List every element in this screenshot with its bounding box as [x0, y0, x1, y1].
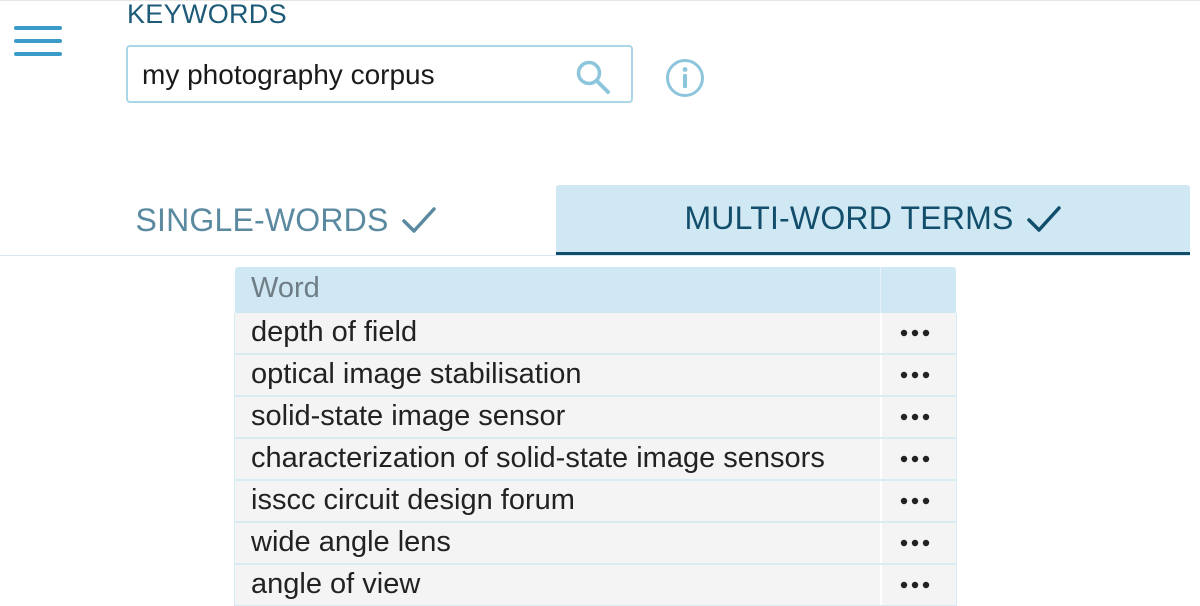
- column-separator: [880, 267, 881, 313]
- table-row[interactable]: characterization of solid-state image se…: [235, 439, 956, 481]
- table-row[interactable]: isscc circuit design forum: [235, 481, 956, 523]
- term-cell: isscc circuit design forum: [251, 484, 575, 516]
- cell-separator: [880, 355, 882, 395]
- table-row[interactable]: solid-state image sensor: [235, 397, 956, 439]
- keyword-page: KEYWORDS SINGLE-WORDS MULTI-WORD TERMS W…: [0, 0, 1200, 606]
- term-cell: depth of field: [251, 316, 418, 348]
- term-cell: angle of view: [251, 568, 421, 600]
- tab-single-words[interactable]: SINGLE-WORDS: [0, 185, 556, 255]
- hamburger-menu-icon[interactable]: [14, 24, 64, 60]
- more-horizontal-icon[interactable]: [895, 489, 935, 513]
- table-row[interactable]: optical image stabilisation: [235, 355, 956, 397]
- term-cell: optical image stabilisation: [251, 358, 582, 390]
- term-cell: wide angle lens: [251, 526, 451, 558]
- more-horizontal-icon[interactable]: [895, 447, 935, 471]
- table-row[interactable]: angle of view: [235, 565, 956, 606]
- cell-separator: [880, 565, 882, 605]
- more-horizontal-icon[interactable]: [895, 531, 935, 555]
- cell-separator: [880, 523, 882, 563]
- tab-multi-word-terms-label: MULTI-WORD TERMS: [684, 200, 1014, 236]
- column-header-word[interactable]: Word: [251, 272, 320, 305]
- cell-separator: [880, 439, 882, 479]
- more-horizontal-icon[interactable]: [895, 573, 935, 597]
- cell-separator: [880, 313, 882, 353]
- more-horizontal-icon[interactable]: [895, 321, 935, 345]
- search-field[interactable]: [126, 45, 633, 103]
- cell-separator: [880, 397, 882, 437]
- more-horizontal-icon[interactable]: [895, 363, 935, 387]
- check-icon: [1026, 205, 1061, 232]
- table-row[interactable]: wide angle lens: [235, 523, 956, 565]
- tab-single-words-label: SINGLE-WORDS: [135, 201, 389, 238]
- term-cell: solid-state image sensor: [251, 400, 566, 432]
- table-row[interactable]: depth of field: [235, 313, 956, 355]
- keywords-label: KEYWORDS: [127, 0, 287, 29]
- table-border-left: [234, 313, 235, 606]
- table-border-right: [956, 313, 957, 606]
- info-icon[interactable]: [664, 57, 706, 99]
- search-icon[interactable]: [574, 58, 612, 96]
- tab-multi-word-terms[interactable]: MULTI-WORD TERMS: [556, 185, 1190, 255]
- cell-separator: [880, 481, 882, 521]
- more-horizontal-icon[interactable]: [895, 405, 935, 429]
- terms-table: Word depth of field optical image stabil…: [234, 267, 957, 606]
- check-icon: [401, 207, 436, 233]
- term-cell: characterization of solid-state image se…: [251, 442, 825, 474]
- search-input[interactable]: [142, 54, 562, 96]
- table-header: Word: [235, 267, 956, 313]
